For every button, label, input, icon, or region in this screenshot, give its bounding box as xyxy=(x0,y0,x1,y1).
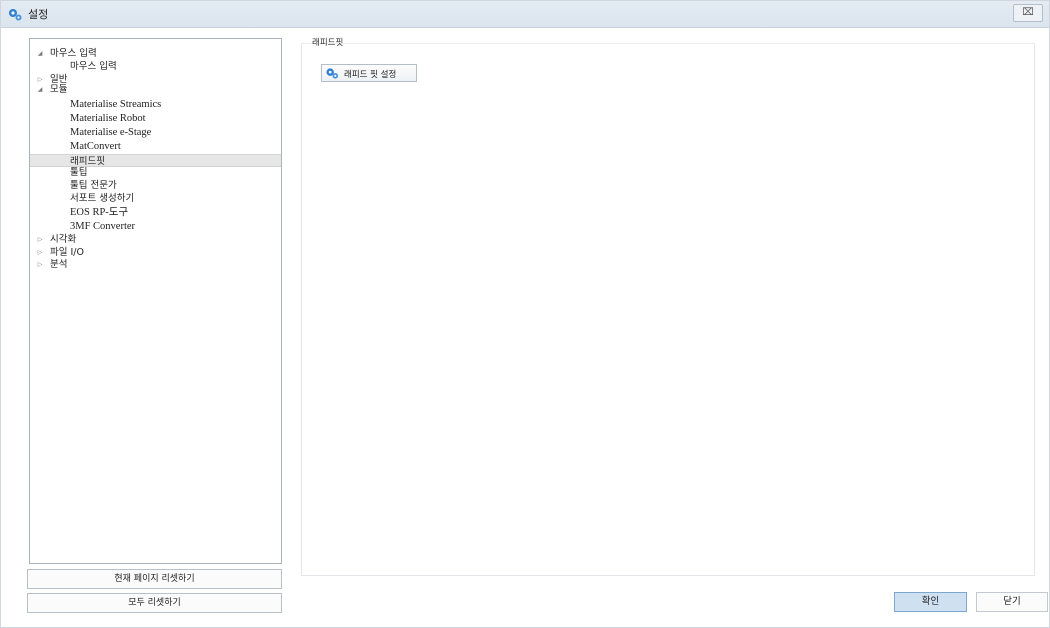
tree-item-robot[interactable]: Materialise Robot xyxy=(30,112,281,125)
tree-item-label: EOS RP-도구 xyxy=(70,207,129,218)
section-header: 래피드핏 xyxy=(312,38,344,48)
settings-tree[interactable]: ◢ 마우스 입력 마우스 입력 ▷ 일반 ◢ 모듈 Materialise St… xyxy=(29,38,282,564)
tree-item-label: 마우스 입력 xyxy=(50,48,97,59)
expand-arrow-icon[interactable]: ▷ xyxy=(36,258,44,271)
tree-item-label: 마우스 입력 xyxy=(70,61,117,72)
tree-item-label: Materialise e-Stage xyxy=(70,127,152,138)
tree-item-tooltip-expert[interactable]: 툴팁 전문가 xyxy=(30,179,281,192)
tree-item-tooltip[interactable]: 툴팁 xyxy=(30,166,281,179)
tree-item-label: 툴팁 전문가 xyxy=(70,180,117,191)
tree-item-label: 모듈 xyxy=(50,84,68,95)
tree-item-eos-rp-tools[interactable]: EOS RP-도구 xyxy=(30,206,281,219)
close-window-button[interactable]: ⌧ xyxy=(1013,4,1043,22)
tree-item-label: Materialise Streamics xyxy=(70,99,162,110)
collapse-arrow-icon[interactable]: ◢ xyxy=(36,83,44,96)
tree-item-label: 3MF Converter xyxy=(70,221,136,232)
rapidfit-settings-button[interactable]: 래피드 핏 설정 xyxy=(321,64,417,82)
tree-item-streamics[interactable]: Materialise Streamics xyxy=(30,98,281,111)
tree-item-estage[interactable]: Materialise e-Stage xyxy=(30,126,281,139)
tree-item-analysis[interactable]: ▷ 분석 xyxy=(30,258,281,271)
settings-window: 설정 ⌧ ◢ 마우스 입력 마우스 입력 ▷ 일반 ◢ 모듈 Materiali… xyxy=(0,0,1050,628)
tree-item-label: 시각화 xyxy=(50,234,77,245)
tree-item-mouse-input-group[interactable]: ◢ 마우스 입력 xyxy=(30,47,281,60)
window-title: 설정 xyxy=(28,8,49,21)
settings-content-panel xyxy=(301,43,1035,576)
tree-item-visualization[interactable]: ▷ 시각화 xyxy=(30,233,281,246)
tree-item-3mf-converter[interactable]: 3MF Converter xyxy=(30,220,281,233)
tree-item-mouse-input[interactable]: 마우스 입력 xyxy=(30,60,281,73)
tree-item-label: 툴팁 xyxy=(70,167,88,178)
tree-item-label: 서포트 생성하기 xyxy=(70,193,135,204)
expand-arrow-icon[interactable]: ▷ xyxy=(36,233,44,246)
gears-icon xyxy=(9,9,22,21)
tree-item-label: MatConvert xyxy=(70,141,121,152)
rapidfit-settings-label: 래피드 핏 설정 xyxy=(344,70,397,80)
tree-item-modules[interactable]: ◢ 모듈 xyxy=(30,83,281,96)
tree-item-label: 분석 xyxy=(50,259,68,270)
reset-all-button[interactable]: 모두 리셋하기 xyxy=(27,593,282,613)
tree-item-label: Materialise Robot xyxy=(70,113,146,124)
gears-icon xyxy=(326,68,339,79)
collapse-arrow-icon[interactable]: ◢ xyxy=(36,47,44,60)
tree-item-support-generation[interactable]: 서포트 생성하기 xyxy=(30,192,281,205)
title-bar: 설정 ⌧ xyxy=(1,1,1049,28)
ok-button[interactable]: 확인 xyxy=(894,592,967,612)
tree-item-matconvert[interactable]: MatConvert xyxy=(30,140,281,153)
close-button[interactable]: 닫기 xyxy=(976,592,1048,612)
reset-page-button[interactable]: 현재 페이지 리셋하기 xyxy=(27,569,282,589)
